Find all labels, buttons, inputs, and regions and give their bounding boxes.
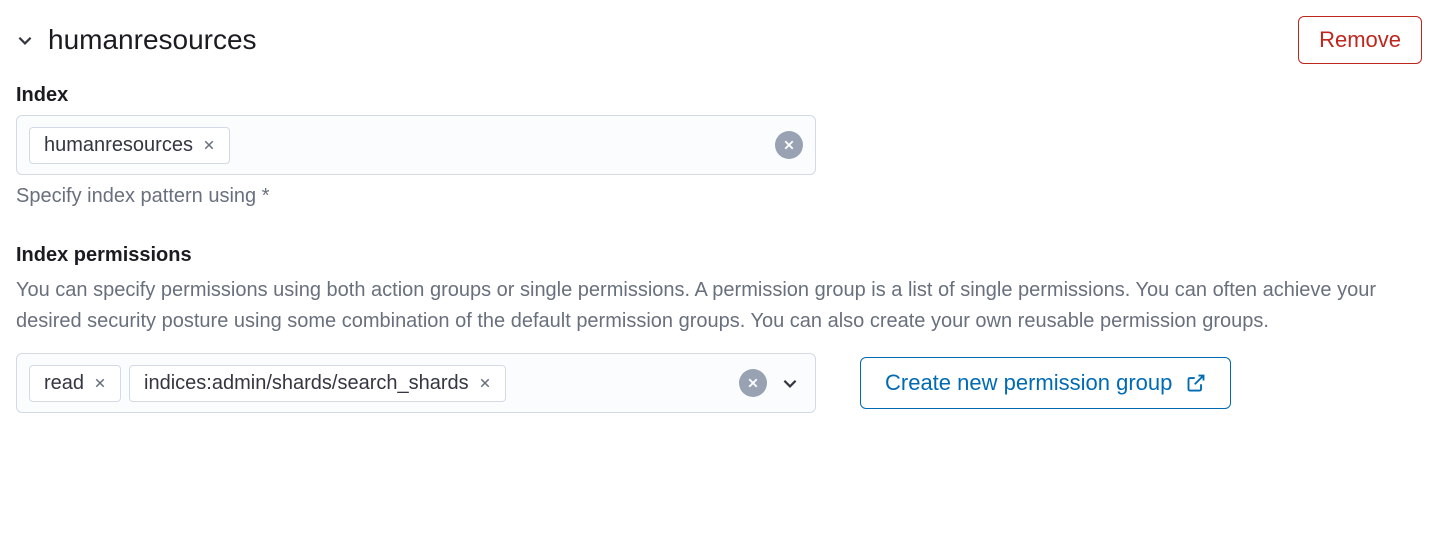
permissions-input[interactable]: read indices:admin/shards/search_shards: [16, 353, 816, 413]
permission-tag[interactable]: indices:admin/shards/search_shards: [129, 365, 506, 402]
index-helper-text: Specify index pattern using *: [16, 185, 1422, 208]
section-header: humanresources Remove: [16, 16, 1422, 64]
index-section: Index humanresources Specify index patte…: [16, 84, 1422, 208]
index-label: Index: [16, 84, 1422, 107]
close-icon[interactable]: [94, 377, 106, 389]
close-icon[interactable]: [479, 377, 491, 389]
index-tag-label: humanresources: [44, 134, 193, 157]
header-left: humanresources: [16, 24, 257, 56]
permissions-row: read indices:admin/shards/search_shards: [16, 353, 1422, 413]
index-input[interactable]: humanresources: [16, 115, 816, 175]
permission-tag-label: read: [44, 372, 84, 395]
clear-all-icon[interactable]: [739, 369, 767, 397]
permissions-label: Index permissions: [16, 244, 1422, 267]
chevron-down-icon[interactable]: [16, 31, 34, 49]
create-permission-group-button[interactable]: Create new permission group: [860, 357, 1231, 409]
permission-tag-label: indices:admin/shards/search_shards: [144, 372, 469, 395]
permissions-section: Index permissions You can specify permis…: [16, 244, 1422, 413]
close-icon[interactable]: [203, 139, 215, 151]
permission-tag[interactable]: read: [29, 365, 121, 402]
permissions-description: You can specify permissions using both a…: [16, 275, 1422, 337]
remove-button[interactable]: Remove: [1298, 16, 1422, 64]
external-link-icon: [1186, 373, 1206, 393]
chevron-down-icon[interactable]: [781, 374, 799, 392]
permissions-input-controls: [739, 369, 799, 397]
section-title: humanresources: [48, 24, 257, 56]
create-permission-group-label: Create new permission group: [885, 370, 1172, 396]
index-tag[interactable]: humanresources: [29, 127, 230, 164]
clear-all-icon[interactable]: [775, 131, 803, 159]
